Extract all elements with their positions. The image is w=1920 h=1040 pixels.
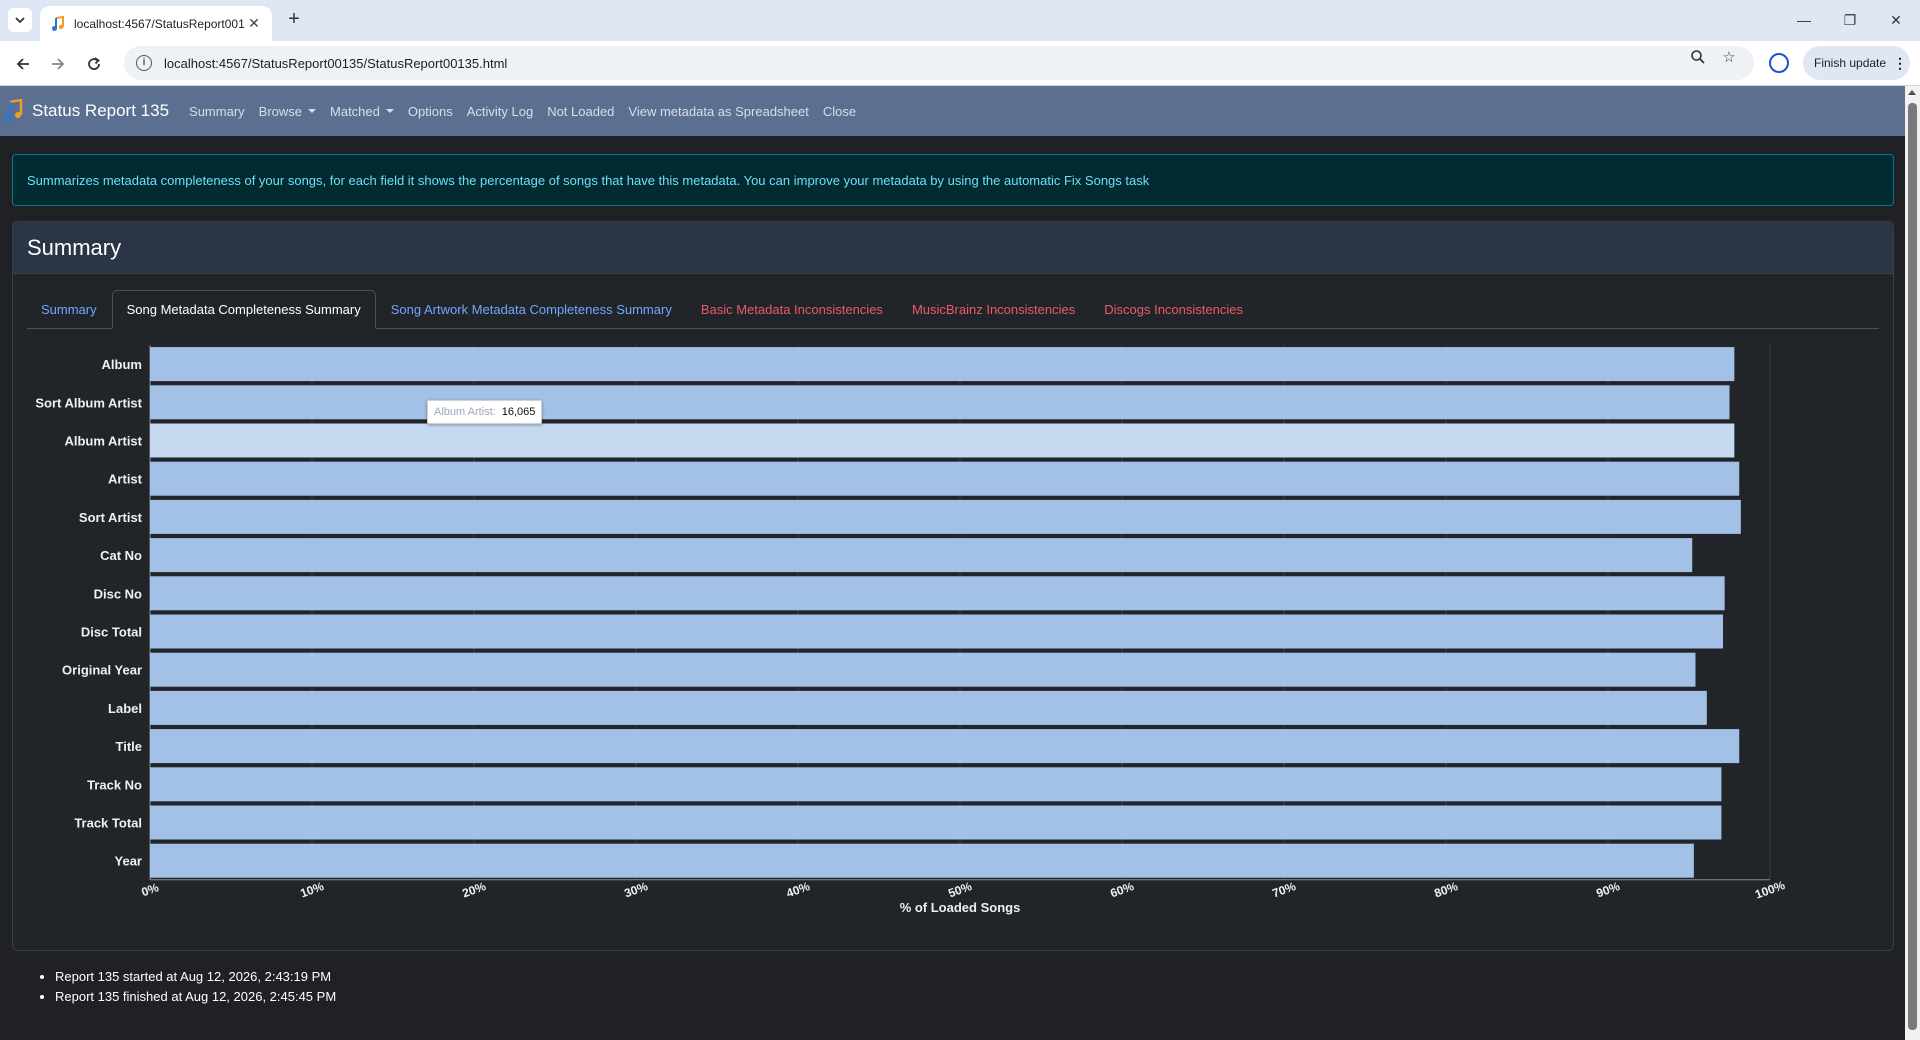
address-url: localhost:4567/StatusReport00135/StatusR… xyxy=(164,55,508,71)
app-logo-icon xyxy=(4,99,23,122)
tab-musicbrainz-inconsistencies[interactable]: MusicBrainz Inconsistencies xyxy=(898,290,1089,329)
report-time-value: Aug 12, 2026, 2:45:45 PM xyxy=(185,989,337,1004)
alert-text: Summarizes metadata completeness of your… xyxy=(27,172,1150,188)
more-menu-icon: ⋮ xyxy=(1893,54,1908,71)
forward-button[interactable] xyxy=(44,50,72,78)
finish-update-label: Finish update xyxy=(1814,56,1887,70)
nav-item-label: Not Loaded xyxy=(547,103,615,119)
forward-arrow-icon xyxy=(52,58,65,70)
music-note-icon xyxy=(52,15,64,31)
nav-item-label: Summary xyxy=(189,103,245,119)
back-arrow-icon xyxy=(16,58,29,70)
scrollbar-thumb[interactable] xyxy=(1908,103,1917,1030)
nav-items: Summary Browse Matched Options Activity Log N… xyxy=(189,104,870,119)
tab-basic-metadata-inconsistencies[interactable]: Basic Metadata Inconsistencies xyxy=(687,290,897,329)
restore-button[interactable]: ❐ xyxy=(1827,0,1873,40)
nav-item-options[interactable]: Options xyxy=(408,104,453,119)
report-times-list: Report 135 started at Aug 12, 2026, 2:43… xyxy=(55,969,336,1009)
tooltip-label: Album Artist: xyxy=(434,406,496,418)
caret-down-icon xyxy=(308,109,317,113)
report-time-prefix: Report 135 started at xyxy=(55,969,181,984)
chevron-down-icon xyxy=(15,17,25,24)
nav-item-activity-log[interactable]: Activity Log xyxy=(467,104,533,119)
card-title: Summary xyxy=(27,234,122,260)
nav-item-view-metadata-as-spreadsheet[interactable]: View metadata as Spreadsheet xyxy=(628,104,808,119)
nav-item-matched[interactable]: Matched xyxy=(330,104,394,119)
nav-item-browse[interactable]: Browse xyxy=(258,103,317,119)
finish-update-button[interactable]: Finish update ⋮ xyxy=(1803,46,1910,80)
nav-item-not-loaded[interactable]: Not Loaded xyxy=(547,104,614,119)
back-button[interactable] xyxy=(9,50,37,78)
vertical-scrollbar[interactable] xyxy=(1905,86,1920,1040)
bookmark-star-icon[interactable]: ☆ xyxy=(1720,49,1738,67)
tab-discogs-inconsistencies[interactable]: Discogs Inconsistencies xyxy=(1090,290,1257,329)
nav-item-close[interactable]: Close xyxy=(823,104,856,119)
address-bar[interactable]: i localhost:4567/StatusReport00135/Statu… xyxy=(124,46,1754,80)
summary-card: Summary Summary Song Metadata Completenes… xyxy=(12,221,1894,951)
brand[interactable]: Status Report 135 xyxy=(2,99,169,123)
tab-close-icon[interactable]: ✕ xyxy=(246,15,262,32)
report-time-value: Aug 12, 2026, 2:43:19 PM xyxy=(180,969,332,984)
reload-button[interactable] xyxy=(80,50,108,78)
tooltip-value: 16,065 xyxy=(501,406,536,418)
info-alert: Summarizes metadata completeness of your… xyxy=(12,154,1894,206)
nav-item-label: Options xyxy=(407,103,453,119)
report-time-item: Report 135 started at Aug 12, 2026, 2:43… xyxy=(55,969,336,984)
report-time-item: Report 135 finished at Aug 12, 2026, 2:4… xyxy=(55,989,336,1004)
tab-song-artwork-metadata-completeness-summary[interactable]: Song Artwork Metadata Completeness Summa… xyxy=(377,290,686,329)
scroll-up-icon[interactable] xyxy=(1908,90,1916,95)
reload-icon xyxy=(88,57,100,70)
app-navbar: Status Report 135 Summary Browse Matched Op… xyxy=(0,86,1905,136)
report-tabs: Summary Song Metadata Completeness Summar… xyxy=(27,290,1879,329)
card-header: Summary xyxy=(13,222,1893,274)
browser-tab[interactable]: localhost:4567/StatusReport00135/StatusR… xyxy=(40,6,272,41)
tab-search-button[interactable] xyxy=(8,8,32,32)
minimize-button[interactable]: — xyxy=(1781,0,1827,40)
nav-item-label: Close xyxy=(822,103,857,119)
nav-item-summary[interactable]: Summary xyxy=(189,104,245,119)
browser-toolbar: i localhost:4567/StatusReport00135/Statu… xyxy=(0,41,1920,86)
zoom-icon[interactable] xyxy=(1689,49,1707,67)
window-close-button[interactable]: ✕ xyxy=(1873,0,1919,40)
nav-item-label: Activity Log xyxy=(466,103,534,119)
caret-down-icon xyxy=(385,109,394,113)
tab-song-metadata-completeness-summary[interactable]: Song Metadata Completeness Summary xyxy=(111,290,376,329)
report-footer: Report 135 started at Aug 12, 2026, 2:43… xyxy=(12,951,1894,1040)
brand-title: Status Report 135 xyxy=(32,101,170,120)
browser-tab-title: localhost:4567/StatusReport00135/StatusR… xyxy=(74,16,244,31)
nav-item-label: View metadata as Spreadsheet xyxy=(628,103,809,119)
tab-summary[interactable]: Summary xyxy=(27,290,111,329)
nav-item-label: Matched xyxy=(330,103,380,119)
site-info-icon[interactable]: i xyxy=(136,55,152,71)
browser-tabstrip: localhost:4567/StatusReport00135/StatusR… xyxy=(0,0,1920,41)
nav-item-label: Browse xyxy=(258,103,303,119)
new-tab-button[interactable]: + xyxy=(282,8,306,32)
report-time-prefix: Report 135 finished at xyxy=(55,989,186,1004)
profile-icon[interactable] xyxy=(1769,53,1789,73)
chart-tooltip: Album Artist: 16,065 xyxy=(427,400,543,424)
